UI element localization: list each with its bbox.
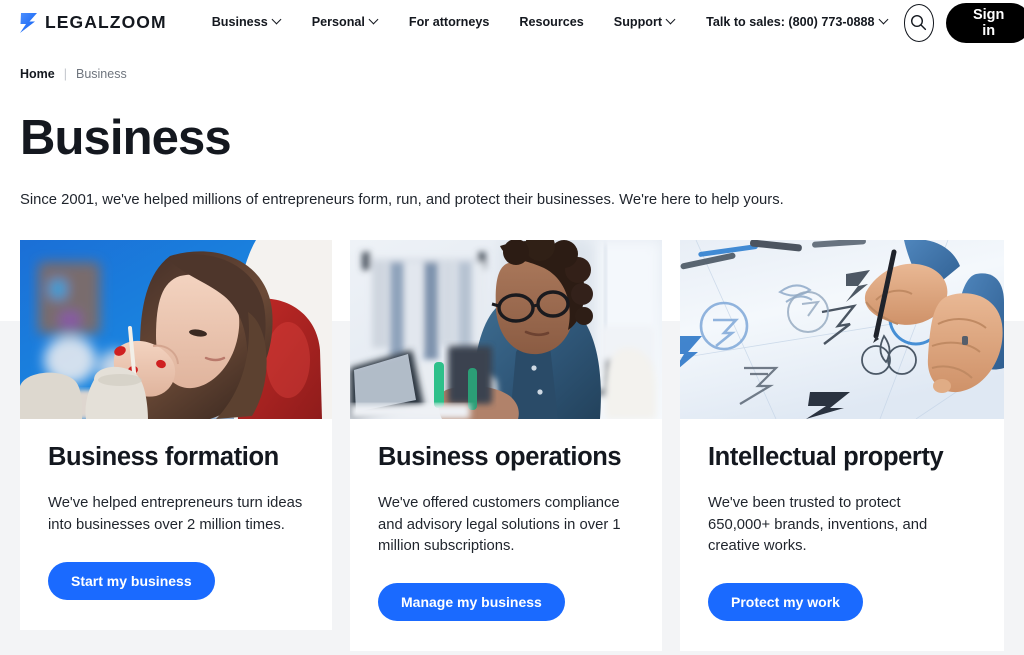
breadcrumb-current: Business	[75, 67, 127, 81]
card-image-pottery	[20, 240, 332, 420]
hands-sketching-logo-designs-photo	[680, 240, 1004, 420]
hero-section: Business Since 2001, we've helped millio…	[0, 113, 1024, 211]
site-header: LEGALZOOM Business Personal For attorney…	[0, 0, 1024, 45]
card-title: Intellectual property	[708, 443, 944, 472]
logo-wordmark: LEGALZOOM	[45, 11, 167, 32]
nav-item-talk-to-sales[interactable]: Talk to sales: (800) 773-0888	[691, 16, 903, 29]
category-card-list: Business formation We've helped entrepre…	[0, 240, 1024, 651]
card-business-operations[interactable]: Business operations We've offered custom…	[350, 240, 662, 651]
legalzoom-z-icon	[20, 12, 37, 33]
page-subtitle: Since 2001, we've helped millions of ent…	[20, 191, 784, 208]
page-root: LEGALZOOM Business Personal For attorney…	[0, 0, 1024, 655]
card-body: Intellectual property We've been trusted…	[680, 419, 1004, 621]
search-icon	[911, 14, 927, 31]
card-description: We've offered customers compliance and a…	[378, 495, 621, 554]
primary-nav: Business Personal For attorneys Resource…	[197, 16, 904, 29]
woman-at-laptop-in-boutique-photo	[350, 240, 662, 420]
breadcrumb-home-link[interactable]: Home	[20, 67, 55, 81]
chevron-down-icon	[880, 16, 889, 25]
nav-item-support[interactable]: Support	[599, 16, 691, 29]
nav-item-label: For attorneys	[408, 15, 490, 30]
breadcrumb-separator: |	[63, 67, 67, 81]
logo-link[interactable]: LEGALZOOM	[18, 12, 167, 34]
nav-item-business[interactable]: Business	[197, 16, 297, 29]
chevron-down-icon	[273, 16, 282, 25]
start-my-business-button[interactable]: Start my business	[48, 561, 215, 600]
search-button[interactable]	[903, 3, 935, 42]
card-image-boutique-office	[350, 240, 662, 420]
sign-in-button[interactable]: Sign in	[946, 2, 1024, 43]
woman-painting-pottery-photo	[20, 240, 332, 420]
card-intellectual-property[interactable]: Intellectual property We've been trusted…	[680, 240, 1004, 651]
nav-item-for-attorneys[interactable]: For attorneys	[394, 16, 504, 29]
card-image-logo-sketches	[680, 240, 1004, 420]
card-description: We've helped entrepreneurs turn ideas in…	[48, 495, 303, 533]
manage-my-business-button[interactable]: Manage my business	[378, 582, 565, 621]
chevron-down-icon	[370, 16, 379, 25]
nav-item-resources[interactable]: Resources	[504, 16, 598, 29]
card-title: Business operations	[378, 443, 622, 472]
nav-item-personal[interactable]: Personal	[297, 16, 394, 29]
nav-item-label: Talk to sales: (800) 773-0888	[706, 15, 875, 30]
breadcrumb: Home | Business	[0, 45, 1024, 81]
protect-my-work-button[interactable]: Protect my work	[708, 582, 863, 621]
nav-item-label: Business	[211, 15, 268, 30]
nav-item-label: Personal	[311, 15, 365, 30]
nav-item-label: Resources	[519, 15, 584, 30]
header-actions: Sign in	[903, 2, 1024, 43]
page-title: Business	[20, 111, 232, 165]
card-business-formation[interactable]: Business formation We've helped entrepre…	[20, 240, 332, 630]
card-body: Business formation We've helped entrepre…	[20, 419, 332, 600]
nav-item-label: Support	[613, 15, 663, 30]
chevron-down-icon	[667, 16, 676, 25]
card-body: Business operations We've offered custom…	[350, 419, 662, 621]
card-title: Business formation	[48, 443, 279, 472]
card-description: We've been trusted to protect 650,000+ b…	[708, 495, 928, 554]
